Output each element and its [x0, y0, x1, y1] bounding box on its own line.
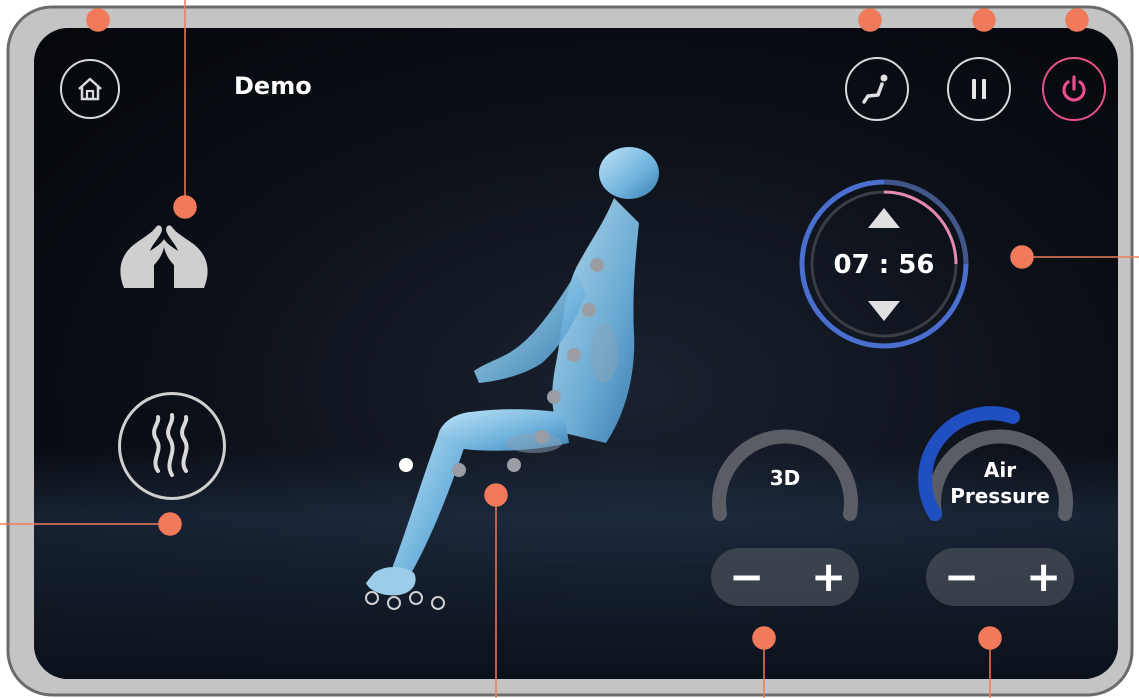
- gauge-air-pressure-stepper: − +: [926, 548, 1074, 606]
- pause-icon: [972, 79, 986, 99]
- body-massage-figure: [365, 147, 659, 610]
- gauge-3d-stepper: − +: [711, 548, 859, 606]
- gauge-air-pressure-minus-button[interactable]: −: [944, 548, 979, 606]
- home-button[interactable]: [60, 59, 120, 119]
- heat-button[interactable]: [118, 392, 226, 500]
- gauge-3d-plus-button[interactable]: +: [811, 548, 846, 606]
- timer-seconds: 56: [898, 250, 935, 280]
- timer-up-button[interactable]: [866, 206, 902, 230]
- heat-icon: [152, 413, 189, 477]
- timer-down-button[interactable]: [866, 299, 902, 323]
- hands-icon: [120, 225, 208, 288]
- gauge-air-pressure-label-line1: Air: [983, 458, 1017, 482]
- timer-separator: :: [878, 250, 890, 280]
- timer-display: 07 : 56: [824, 250, 944, 280]
- gauge-3d-minus-button[interactable]: −: [729, 548, 764, 606]
- timer-minutes: 07: [833, 250, 870, 280]
- gauge-air-pressure-label-line2: Pressure: [950, 484, 1050, 508]
- triangle-up-icon: [868, 208, 900, 228]
- gauge-3d-label: 3D: [740, 465, 830, 491]
- recline-button[interactable]: [845, 57, 909, 121]
- pause-button[interactable]: [947, 57, 1011, 121]
- power-icon: [1062, 75, 1086, 102]
- touch-screen: Demo 07: 56 3D − + Air Pressure − +: [34, 28, 1118, 679]
- triangle-down-icon: [868, 301, 900, 321]
- power-button[interactable]: [1042, 57, 1106, 121]
- hands-massage-button[interactable]: [104, 213, 224, 293]
- gauge-3d-label-line1: 3D: [769, 466, 801, 490]
- gauge-air-pressure-plus-button[interactable]: +: [1026, 548, 1061, 606]
- recline-icon: [862, 74, 888, 104]
- page-title: Demo: [234, 72, 312, 100]
- gauge-air-pressure-label: Air Pressure: [945, 457, 1055, 509]
- home-icon: [78, 77, 102, 101]
